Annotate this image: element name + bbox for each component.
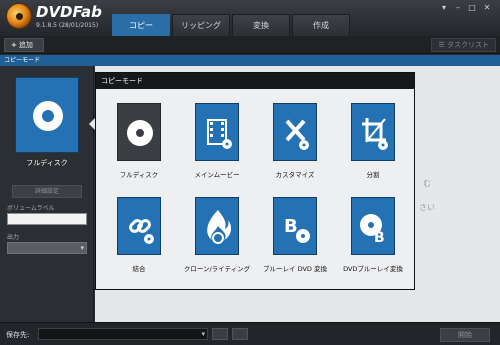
pencil-wrench-icon bbox=[285, 119, 309, 150]
mode-label-customize: カスタマイズ bbox=[275, 171, 315, 179]
mode-label-bd-to-dvd: ブルーレイ DVD 変換 bbox=[263, 265, 327, 273]
mode-tile-bd-to-dvd[interactable]: B bbox=[273, 197, 317, 255]
mode-label-split: 分割 bbox=[366, 171, 380, 179]
background-text-1: む bbox=[423, 179, 431, 188]
iso-image-icon[interactable] bbox=[232, 328, 248, 340]
disc-icon bbox=[33, 101, 63, 131]
copy-mode-bar-label: コピーモード bbox=[4, 57, 41, 64]
plus-icon: + bbox=[11, 41, 17, 49]
close-icon[interactable]: ✕ bbox=[481, 3, 493, 13]
tab-convert[interactable]: 変換 bbox=[232, 14, 290, 36]
link-icon bbox=[129, 219, 154, 244]
list-icon: ☰ bbox=[438, 41, 447, 49]
selected-mode-name: フルディスク bbox=[26, 159, 68, 167]
mode-label-full-disc: フルディスク bbox=[119, 171, 159, 179]
mode-tile-customize[interactable] bbox=[273, 103, 317, 161]
mode-tile-full-disc[interactable] bbox=[117, 103, 161, 161]
mode-label-merge: 結合 bbox=[132, 265, 146, 273]
mode-label-dvd-to-bd: DVDブルーレイ変換 bbox=[343, 265, 403, 273]
app-version: 9.1.8.5 (28/01/2015) bbox=[36, 22, 99, 29]
tasklist-label: タスクリスト bbox=[447, 41, 489, 49]
disc-icon bbox=[127, 120, 153, 146]
title-bar: DVDFab 9.1.8.5 (28/01/2015) コピー リッピング 変換… bbox=[0, 0, 500, 36]
mode-tile-clone-write[interactable] bbox=[195, 197, 239, 255]
bluray-disc-icon: B bbox=[284, 216, 310, 243]
copy-mode-popup: コピーモード フルディスク メインムービー カスタマイズ 分割 結合 クローン/… bbox=[95, 72, 415, 290]
tab-create[interactable]: 作成 bbox=[292, 14, 350, 36]
dvdfab-logo-icon bbox=[6, 3, 32, 29]
mode-tile-dvd-to-bd[interactable]: B bbox=[351, 197, 395, 255]
output-select[interactable] bbox=[7, 242, 87, 254]
save-to-input[interactable] bbox=[38, 328, 208, 340]
volume-label: ボリュームラベル bbox=[7, 205, 55, 212]
mode-tile-split[interactable] bbox=[351, 103, 395, 161]
start-button[interactable]: 開始 bbox=[440, 328, 490, 342]
mode-label-main-movie: メインムービー bbox=[194, 171, 240, 179]
add-button[interactable]: + 追加 bbox=[4, 38, 44, 52]
left-panel: フルディスク 詳細設定 ボリュームラベル 出力 bbox=[0, 66, 94, 322]
background-text-2: さい bbox=[419, 203, 435, 212]
save-to-label: 保存先: bbox=[6, 331, 30, 339]
detail-settings-button[interactable]: 詳細設定 bbox=[12, 185, 82, 198]
crop-icon bbox=[362, 118, 388, 150]
tab-ripping[interactable]: リッピング bbox=[172, 14, 230, 36]
browse-folder-icon[interactable] bbox=[212, 328, 228, 340]
minimize-icon[interactable]: – bbox=[452, 3, 464, 13]
dvd-bluray-icon: B bbox=[360, 214, 385, 246]
tasklist-button[interactable]: ☰ タスクリスト bbox=[431, 38, 496, 52]
flame-disc-icon bbox=[207, 210, 232, 244]
mode-tile-main-movie[interactable] bbox=[195, 103, 239, 161]
footer-bar: 保存先: 開始 bbox=[0, 322, 500, 345]
copy-mode-bar: コピーモード bbox=[0, 55, 500, 66]
toolbar: + 追加 ☰ タスクリスト bbox=[0, 36, 500, 54]
settings-icon[interactable]: ▾ bbox=[438, 3, 450, 13]
tab-copy[interactable]: コピー bbox=[112, 14, 170, 36]
app-name: DVDFab bbox=[36, 3, 102, 21]
svg-text:B: B bbox=[284, 216, 298, 237]
selected-mode-tile[interactable] bbox=[15, 77, 79, 153]
volume-label-input[interactable] bbox=[7, 213, 87, 225]
output-label: 出力 bbox=[7, 234, 20, 241]
popup-title: コピーモード bbox=[96, 73, 414, 89]
mode-label-clone-write: クローン/ライティング bbox=[183, 265, 251, 273]
svg-text:B: B bbox=[374, 230, 385, 246]
main-tabs: コピー リッピング 変換 作成 bbox=[112, 14, 352, 36]
add-button-label: 追加 bbox=[18, 41, 33, 49]
maximize-icon[interactable]: □ bbox=[466, 3, 478, 13]
film-icon bbox=[207, 119, 232, 149]
mode-tile-merge[interactable] bbox=[117, 197, 161, 255]
